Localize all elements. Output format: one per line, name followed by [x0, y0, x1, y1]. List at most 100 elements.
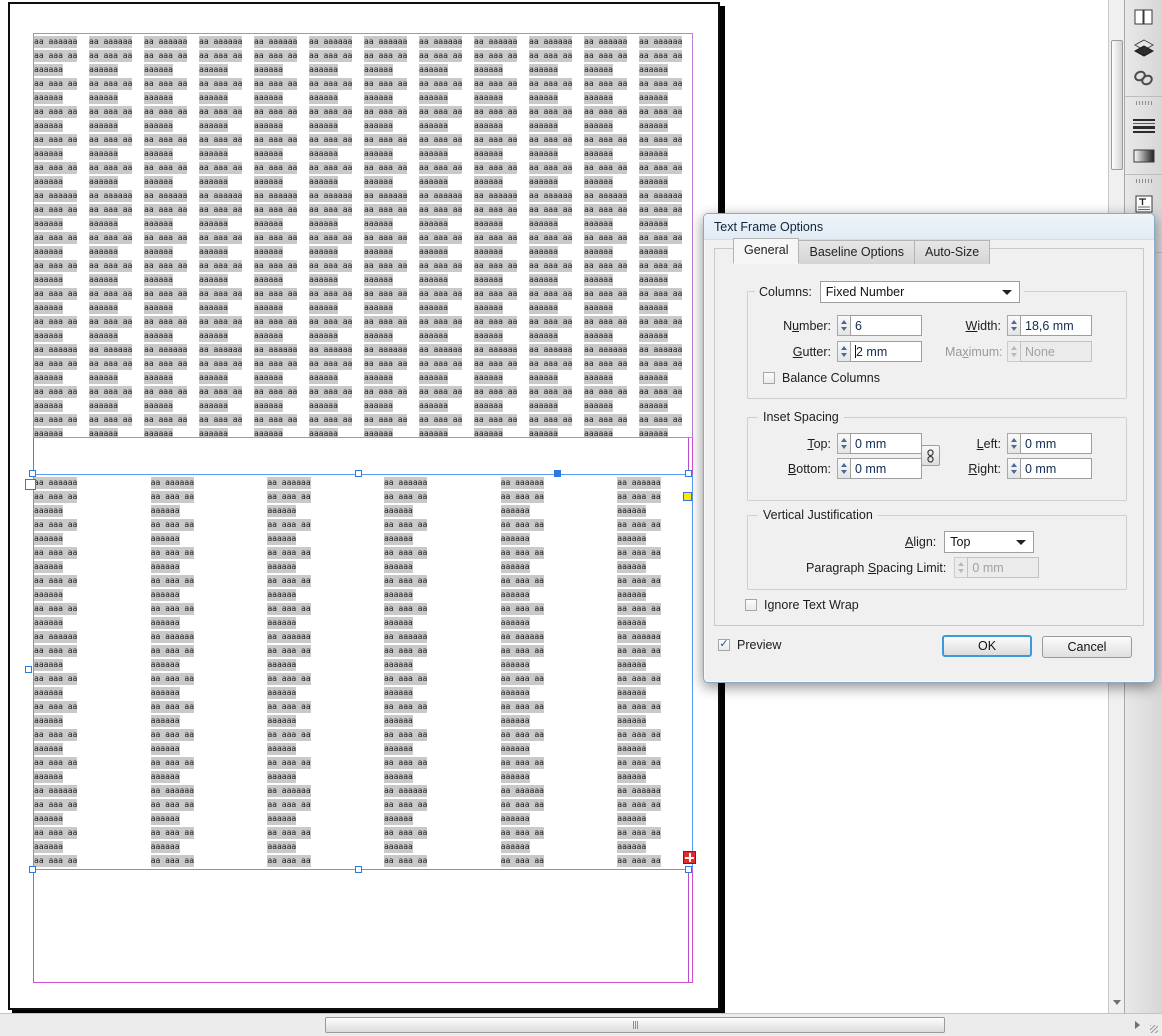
number-input[interactable]: 6 [850, 315, 922, 336]
align-select[interactable]: Top [944, 531, 1035, 553]
greek-text-line: aaaaaa [474, 176, 503, 188]
greek-text-line: aaaaaa [500, 617, 530, 629]
greek-text-line: aa aaa aa [89, 162, 133, 174]
handle-top-left[interactable] [29, 470, 36, 477]
handle-bottom-center[interactable] [355, 866, 362, 873]
number-stepper[interactable] [837, 315, 850, 336]
ignore-text-wrap-checkbox[interactable] [745, 599, 757, 611]
text-column: aa aaaaaa aa aaa aa aaaaaa aa aaa aa aaaaaa a… [199, 34, 252, 437]
greek-text-line: aa aaa aa [639, 358, 683, 370]
text-frame-lower-selected[interactable]: aa aaaaaa aa aaa aa aaaaaa aa aaa aa aaaaaa a… [33, 474, 693, 870]
greek-text-line: aaaaaa [254, 400, 283, 412]
greek-text-line: aaaaaa [34, 148, 63, 160]
greek-text-line: aa aaa aa [500, 827, 544, 839]
greek-text-line: aa aaa aa [309, 414, 353, 426]
greek-text-line: aa aaaaaa [474, 36, 518, 48]
maximum-label: Maximum: [945, 344, 1003, 359]
preview-row[interactable]: Preview [718, 638, 781, 652]
overflow-port-icon[interactable] [683, 851, 696, 864]
pages-icon[interactable] [1125, 3, 1162, 33]
scroll-down-arrow-icon[interactable] [1113, 1000, 1121, 1005]
greek-text-line: aaaaaa [267, 771, 297, 783]
handle-bottom-left[interactable] [29, 866, 36, 873]
greek-text-line: aaaaaa [144, 218, 173, 230]
greek-text-line: aaaaaa [383, 589, 413, 601]
corner-options-handle[interactable] [683, 492, 692, 501]
gradient-icon[interactable] [1125, 141, 1162, 171]
handle-bottom-right[interactable] [685, 866, 692, 873]
greek-text-line: aa aaa aa [419, 288, 463, 300]
in-port[interactable] [25, 479, 36, 490]
cancel-button[interactable]: Cancel [1042, 636, 1132, 658]
inset-right-value: 0 mm [1025, 461, 1057, 476]
preview-checkbox[interactable] [718, 639, 730, 651]
greek-text-line: aa aaa aa [500, 701, 544, 713]
greek-text-line: aaaaaa [309, 176, 338, 188]
text-column: aa aaaaaa aa aaa aa aaaaaa aa aaa aa aaaaaa a… [584, 34, 637, 437]
vertical-scrollbar-thumb[interactable] [1111, 40, 1123, 170]
greek-text-line: aa aaaaaa [309, 344, 353, 356]
gutter-input[interactable]: 2 mm [850, 341, 922, 362]
greek-text-line: aa aaaaaa [34, 344, 78, 356]
greek-text-line: aa aaa aa [383, 547, 428, 559]
greek-text-line: aa aaa aa [529, 288, 573, 300]
greek-text-line: aa aaa aa [419, 78, 463, 90]
columns-select[interactable]: Fixed Number [819, 281, 1020, 303]
horizontal-scrollbar[interactable] [0, 1013, 1162, 1036]
greek-text-line: aa aaa aa [474, 50, 518, 62]
greek-text-line: aa aaa aa [617, 827, 661, 839]
handle-middle-left[interactable] [25, 666, 32, 673]
text-frame-upper[interactable]: aa aaaaaa aa aaa aa aaaaaa aa aaa aa aaaaaa a… [33, 33, 693, 438]
preview-label: Preview [737, 638, 782, 652]
links-icon[interactable] [1125, 63, 1162, 93]
greek-text-line: aa aaa aa [309, 162, 353, 174]
inset-left-input[interactable]: 0 mm [1020, 433, 1092, 454]
scroll-right-arrow-icon[interactable] [1135, 1021, 1140, 1029]
text-column: aa aaaaaa aa aaa aa aaaaaa aa aaa aa aaaaaa a… [34, 475, 109, 869]
link-chain-icon[interactable] [921, 445, 940, 466]
dock-grip-1[interactable] [1125, 97, 1162, 108]
resize-grip-icon[interactable] [1150, 1025, 1158, 1033]
balance-columns-row[interactable]: Balance Columns [763, 371, 880, 385]
horizontal-scrollbar-thumb[interactable] [325, 1017, 945, 1033]
greek-text-line: aaaaaa [254, 148, 283, 160]
inset-left-stepper[interactable] [1007, 433, 1020, 454]
stroke-icon[interactable] [1125, 111, 1162, 141]
inset-right-input[interactable]: 0 mm [1020, 458, 1092, 479]
width-label: Width: [965, 318, 1001, 333]
dock-grip-2[interactable] [1125, 175, 1162, 186]
greek-text-line: aaaaaa [309, 64, 338, 76]
handle-top-right-active[interactable] [554, 470, 561, 477]
text-frame-options-dialog[interactable]: Text Frame Options General Baseline Opti… [703, 213, 1155, 683]
inset-bottom-input[interactable]: 0 mm [850, 458, 922, 479]
tab-baseline-options[interactable]: Baseline Options [798, 240, 915, 264]
greek-text-line: aaaaaa [474, 246, 503, 258]
greek-text-line: aa aaa aa [34, 603, 78, 615]
greek-text-line: aaaaaa [199, 372, 228, 384]
greek-text-line: aa aaa aa [89, 386, 133, 398]
tab-general[interactable]: General [733, 238, 800, 264]
ignore-text-wrap-row[interactable]: Ignore Text Wrap [745, 598, 859, 612]
width-input[interactable]: 18,6 mm [1020, 315, 1092, 336]
inset-bottom-stepper[interactable] [837, 458, 850, 479]
greek-text-line: aaaaaa [500, 813, 530, 825]
greek-text-line: aaaaaa [89, 400, 118, 412]
layers-icon[interactable] [1125, 33, 1162, 63]
greek-text-line: aaaaaa [419, 246, 448, 258]
greek-text-line: aa aaa aa [584, 204, 628, 216]
inset-right-stepper[interactable] [1007, 458, 1020, 479]
gutter-stepper[interactable] [837, 341, 850, 362]
inset-top-stepper[interactable] [837, 433, 850, 454]
width-value: 18,6 mm [1025, 318, 1074, 333]
ok-button[interactable]: OK [942, 635, 1032, 657]
balance-columns-checkbox[interactable] [763, 372, 775, 384]
handle-top-center[interactable] [355, 470, 362, 477]
align-label: Align: [905, 535, 937, 549]
greek-text-line: aa aaa aa [199, 50, 243, 62]
tab-auto-size[interactable]: Auto-Size [914, 240, 991, 264]
handle-top-far-right[interactable] [685, 470, 692, 477]
inset-top-input[interactable]: 0 mm [850, 433, 922, 454]
dialog-tabs[interactable]: General Baseline Options Auto-Size [733, 238, 991, 264]
greek-text-line: aa aaaaaa [150, 631, 195, 643]
width-stepper[interactable] [1007, 315, 1020, 336]
